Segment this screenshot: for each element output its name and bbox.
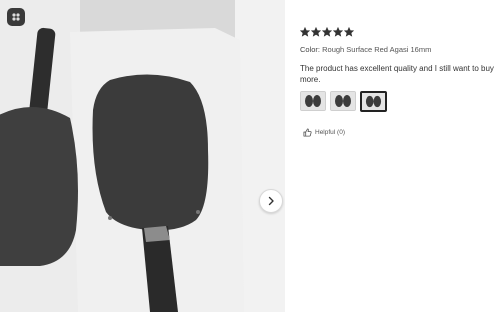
review-thumbnail[interactable] <box>300 91 326 111</box>
chevron-right-icon <box>268 196 274 206</box>
review-photo[interactable] <box>0 0 285 312</box>
thumbnail-image <box>362 93 385 110</box>
star-rating <box>300 27 500 39</box>
color-label: Color: <box>300 45 321 54</box>
review-thumbnails <box>300 91 500 112</box>
review-thumbnail[interactable] <box>360 91 387 112</box>
star-icon <box>322 27 332 37</box>
helpful-button[interactable]: Helpful (0) <box>303 128 345 137</box>
review-text: The product has excellent quality and I … <box>300 64 494 84</box>
thumbnail-image <box>331 92 355 110</box>
helpful-label: Helpful (0) <box>315 129 345 136</box>
star-icon <box>344 27 354 37</box>
star-icon <box>311 27 321 37</box>
color-value: Rough Surface Red Agasi 16mm <box>322 45 432 54</box>
next-photo-button[interactable] <box>259 189 283 213</box>
review-thumbnail[interactable] <box>330 91 356 111</box>
brand-logo-icon <box>7 8 25 26</box>
star-icon <box>300 27 310 37</box>
review-panel: Color: Rough Surface Red Agasi 16mm The … <box>300 27 500 112</box>
thumbnail-image <box>301 92 325 110</box>
star-icon <box>333 27 343 37</box>
color-variant: Color: Rough Surface Red Agasi 16mm <box>300 45 500 54</box>
thumbs-up-icon <box>303 128 312 137</box>
